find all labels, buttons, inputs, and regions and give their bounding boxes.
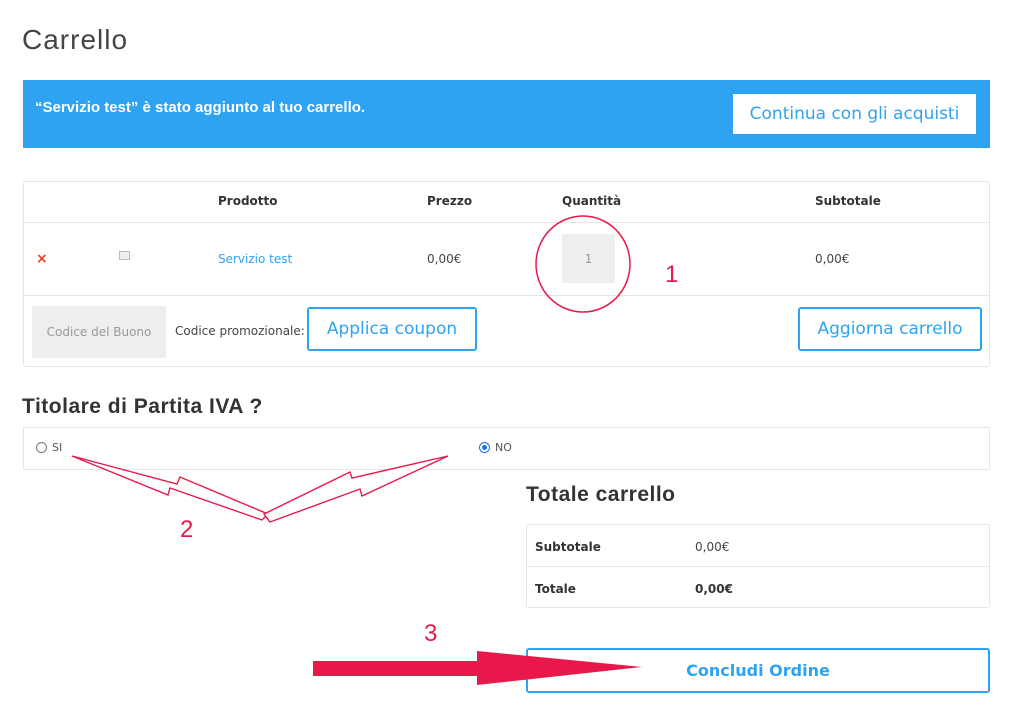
header-price: Prezzo [427, 194, 473, 208]
update-cart-button[interactable]: Aggiorna carrello [798, 307, 982, 351]
table-row: × Servizio test 0,00€ 0,00€ [24, 223, 989, 296]
header-subtotal: Subtotale [815, 194, 881, 208]
cart-actions: Codice promozionale: Applica coupon Aggi… [24, 296, 989, 368]
vat-title: Titolare di Partita IVA ? [22, 395, 263, 418]
header-quantity: Quantità [562, 194, 622, 208]
subtotal-label: Subtotale [535, 540, 601, 554]
totals-title: Totale carrello [526, 483, 676, 506]
close-icon[interactable]: × [36, 252, 48, 266]
annotation-number-3: 3 [424, 620, 437, 647]
cart-table-header: Prodotto Prezzo Quantità Subtotale [24, 182, 989, 223]
cart-notice-banner: “Servizio test” è stato aggiunto al tuo … [23, 80, 990, 148]
vat-option-no[interactable]: NO [479, 441, 512, 454]
quantity-input[interactable] [562, 234, 615, 283]
vat-radio-group: SI NO [23, 427, 990, 470]
page-title: Carrello [22, 24, 129, 55]
subtotal-value: 0,00€ [695, 540, 730, 554]
image-placeholder-icon [119, 251, 130, 260]
table-row: Subtotale 0,00€ [527, 525, 989, 567]
vat-option-label: NO [495, 441, 512, 454]
total-value: 0,00€ [695, 582, 733, 596]
radio-checked-icon[interactable] [479, 442, 490, 453]
coupon-input[interactable] [32, 306, 166, 358]
header-product: Prodotto [218, 194, 278, 208]
cart-table: Prodotto Prezzo Quantità Subtotale × Ser… [23, 181, 990, 367]
radio-unchecked-icon[interactable] [36, 442, 47, 453]
product-price: 0,00€ [427, 252, 462, 266]
checkout-button[interactable]: Concludi Ordine [526, 648, 990, 693]
apply-coupon-button[interactable]: Applica coupon [307, 307, 477, 351]
product-link[interactable]: Servizio test [218, 252, 292, 266]
notice-message: “Servizio test” è stato aggiunto al tuo … [35, 99, 366, 116]
vat-option-label: SI [52, 441, 63, 454]
product-subtotal: 0,00€ [815, 252, 850, 266]
coupon-label: Codice promozionale: [175, 324, 305, 338]
total-label: Totale [535, 582, 576, 596]
table-row: Totale 0,00€ [527, 567, 989, 609]
annotation-number-2: 2 [180, 516, 193, 543]
continue-shopping-button[interactable]: Continua con gli acquisti [733, 94, 976, 134]
vat-option-si[interactable]: SI [36, 441, 62, 454]
totals-table: Subtotale 0,00€ Totale 0,00€ [526, 524, 990, 608]
